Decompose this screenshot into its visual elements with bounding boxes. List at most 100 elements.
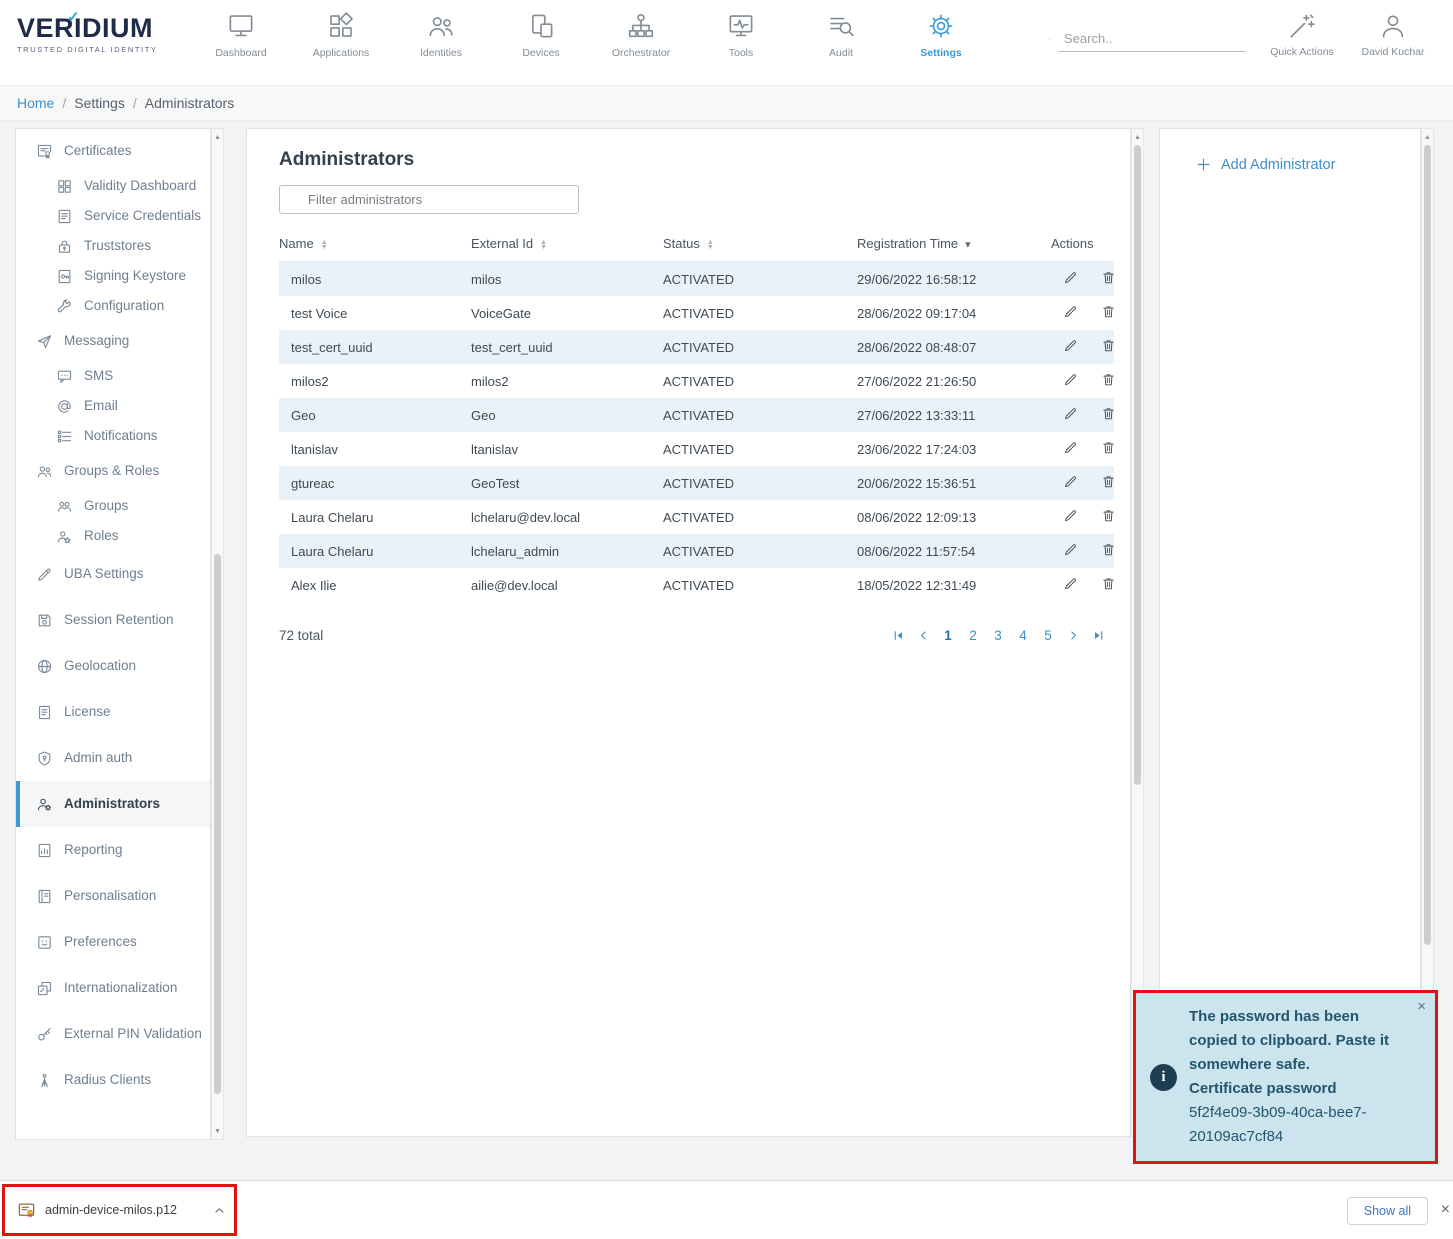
scrollbar-thumb[interactable] [1424, 145, 1431, 945]
column-header-external-id[interactable]: External Id▲▼ [471, 226, 663, 262]
search-icon[interactable] [1048, 31, 1050, 48]
sidebar-item[interactable]: Reporting [16, 827, 210, 873]
sidebar-item[interactable]: External PIN Validation [16, 1011, 210, 1057]
delete-icon[interactable] [1101, 304, 1114, 319]
delete-icon[interactable] [1101, 508, 1114, 523]
breadcrumb-settings-link[interactable]: Settings [74, 95, 125, 111]
column-header-registration-time[interactable]: Registration Time▾ [857, 226, 1051, 262]
table-row[interactable]: Laura Chelaru lchelaru_admin ACTIVATED 0… [279, 534, 1114, 568]
column-header-status[interactable]: Status▲▼ [663, 226, 857, 262]
toast-close-icon[interactable]: × [1417, 999, 1426, 1014]
page-number-button[interactable]: 5 [1038, 624, 1058, 646]
table-row[interactable]: ltanislav ltanislav ACTIVATED 23/06/2022… [279, 432, 1114, 466]
table-row[interactable]: Geo Geo ACTIVATED 27/06/2022 13:33:11 [279, 398, 1114, 432]
page-number-button[interactable]: 2 [963, 624, 983, 646]
sidebar-item[interactable]: Admin auth [16, 735, 210, 781]
sidebar-item[interactable]: Internationalization [16, 965, 210, 1011]
delete-icon[interactable] [1101, 576, 1114, 591]
veridium-logo[interactable]: VERIDIUM ✓ TRUSTED DIGITAL IDENTITY [17, 15, 158, 54]
scrollbar-thumb[interactable] [214, 554, 221, 1094]
nav-item[interactable]: Orchestrator [591, 11, 691, 59]
next-page-button[interactable] [1063, 624, 1083, 646]
edit-icon[interactable] [1063, 508, 1078, 523]
sidebar-item[interactable]: Session Retention [16, 597, 210, 643]
edit-icon[interactable] [1063, 372, 1078, 387]
sidebar-item[interactable]: Roles [16, 521, 210, 551]
page-number-button[interactable]: 1 [938, 624, 958, 646]
sidebar-item[interactable]: Preferences [16, 919, 210, 965]
nav-item[interactable]: Devices [491, 11, 591, 59]
show-all-button[interactable]: Show all [1347, 1197, 1428, 1225]
sidebar-item[interactable]: Personalisation [16, 873, 210, 919]
sidebar-item[interactable]: Signing Keystore [16, 261, 210, 291]
scroll-up-arrow[interactable]: ▲ [1422, 130, 1433, 144]
edit-icon[interactable] [1063, 542, 1078, 557]
table-row[interactable]: test_cert_uuid test_cert_uuid ACTIVATED … [279, 330, 1114, 364]
filter-administrators-input[interactable] [279, 185, 579, 214]
nav-item[interactable]: Identities [391, 11, 491, 59]
search-input[interactable] [1058, 27, 1246, 52]
sidebar-item[interactable]: Messaging [16, 321, 210, 361]
table-row[interactable]: Laura Chelaru lchelaru@dev.local ACTIVAT… [279, 500, 1114, 534]
nav-item[interactable]: Audit [791, 11, 891, 59]
sidebar-item[interactable]: SMS [16, 361, 210, 391]
sidebar-item[interactable]: Groups & Roles [16, 451, 210, 491]
table-row[interactable]: test Voice VoiceGate ACTIVATED 28/06/202… [279, 296, 1114, 330]
first-page-button[interactable] [888, 624, 908, 646]
sidebar-item[interactable]: Geolocation [16, 643, 210, 689]
edit-icon[interactable] [1063, 440, 1078, 455]
chevron-up-icon[interactable] [213, 1204, 226, 1217]
sidebar-item[interactable]: Radius Clients [16, 1057, 210, 1103]
edit-icon[interactable] [1063, 576, 1078, 591]
shelf-close-icon[interactable]: × [1441, 1201, 1450, 1219]
table-row[interactable]: milos2 milos2 ACTIVATED 27/06/2022 21:26… [279, 364, 1114, 398]
sidebar-item[interactable]: Validity Dashboard [16, 171, 210, 201]
delete-icon[interactable] [1101, 338, 1114, 353]
sidebar-item[interactable]: Service Credentials [16, 201, 210, 231]
column-header-name[interactable]: Name▲▼ [279, 226, 471, 262]
nav-item[interactable]: Applications [291, 11, 391, 59]
sidebar-item[interactable]: Administrators [16, 781, 210, 827]
delete-icon[interactable] [1101, 270, 1114, 285]
delete-icon[interactable] [1101, 440, 1114, 455]
sidebar-item[interactable]: Certificates [16, 131, 210, 171]
edit-icon[interactable] [1063, 406, 1078, 421]
scroll-down-arrow[interactable]: ▼ [212, 1124, 223, 1138]
nav-item[interactable]: Settings [891, 11, 991, 59]
nav-item[interactable]: Tools [691, 11, 791, 59]
sidebar-item[interactable]: License [16, 689, 210, 735]
last-page-button[interactable] [1088, 624, 1108, 646]
scroll-up-arrow[interactable]: ▲ [1132, 130, 1143, 144]
edit-icon[interactable] [1063, 474, 1078, 489]
user-menu[interactable]: David Kuchar [1350, 11, 1436, 58]
breadcrumb-home-link[interactable]: Home [17, 95, 54, 111]
sidebar-item[interactable]: Truststores [16, 231, 210, 261]
sidebar-item[interactable]: Configuration [16, 291, 210, 321]
edit-icon[interactable] [1063, 270, 1078, 285]
quick-actions-button[interactable]: Quick Actions [1259, 11, 1345, 58]
edit-icon[interactable] [1063, 338, 1078, 353]
scroll-up-arrow[interactable]: ▲ [212, 130, 223, 144]
delete-icon[interactable] [1101, 542, 1114, 557]
page-number-button[interactable]: 4 [1013, 624, 1033, 646]
delete-icon[interactable] [1101, 406, 1114, 421]
delete-icon[interactable] [1101, 474, 1114, 489]
main-scrollbar[interactable]: ▲ ▼ [1131, 128, 1144, 1137]
table-row[interactable]: Alex Ilie ailie@dev.local ACTIVATED 18/0… [279, 568, 1114, 602]
sidebar-item[interactable]: Email [16, 391, 210, 421]
nav-item[interactable]: Dashboard [191, 11, 291, 59]
page-number-button[interactable]: 3 [988, 624, 1008, 646]
edit-icon[interactable] [1063, 304, 1078, 319]
right-panel-scrollbar[interactable]: ▲ ▼ [1421, 128, 1434, 1140]
table-row[interactable]: milos milos ACTIVATED 29/06/2022 16:58:1… [279, 262, 1114, 297]
delete-icon[interactable] [1101, 372, 1114, 387]
sidebar-scrollbar[interactable]: ▲ ▼ [211, 128, 224, 1140]
add-administrator-button[interactable]: Add Administrator [1195, 156, 1335, 173]
sidebar-item[interactable]: UBA Settings [16, 551, 210, 597]
download-item[interactable]: admin-device-milos.p12 [5, 1201, 234, 1220]
table-row[interactable]: gtureac GeoTest ACTIVATED 20/06/2022 15:… [279, 466, 1114, 500]
sidebar-item[interactable]: Notifications [16, 421, 210, 451]
previous-page-button[interactable] [913, 624, 933, 646]
sidebar-item[interactable]: Groups [16, 491, 210, 521]
scrollbar-thumb[interactable] [1134, 145, 1141, 785]
